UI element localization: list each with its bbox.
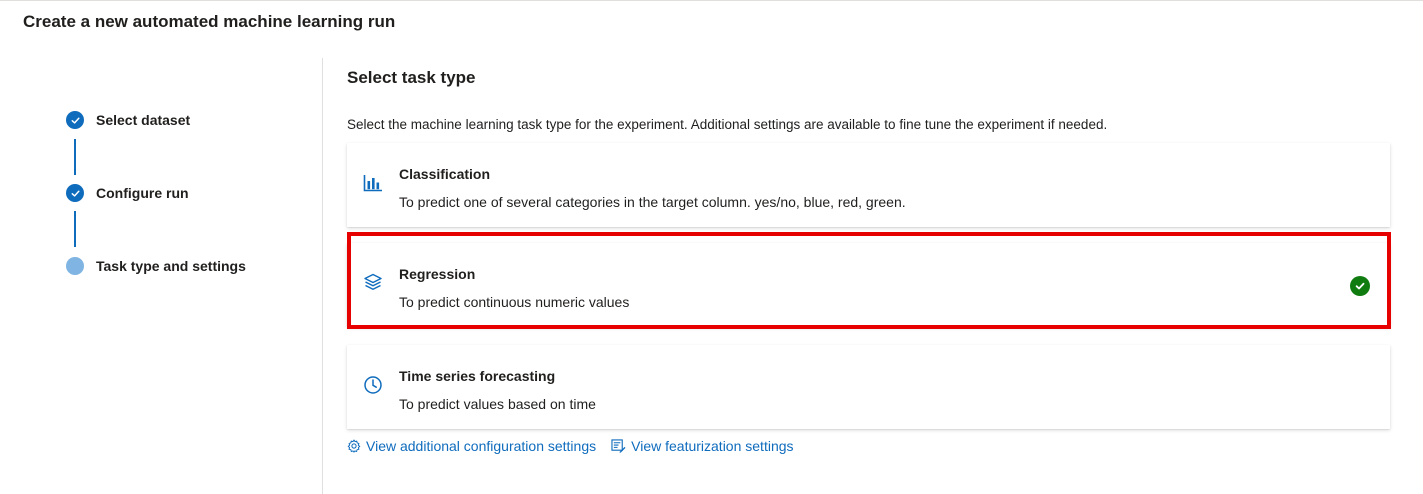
step-label: Task type and settings: [96, 258, 246, 274]
featurization-icon: [611, 439, 626, 453]
stacked-layers-icon: [361, 270, 385, 294]
step-completed-check-icon: [66, 111, 84, 129]
top-border: [0, 0, 1423, 1]
task-card-time-series-forecasting[interactable]: Time series forecasting To predict value…: [347, 345, 1390, 429]
clock-icon: [361, 373, 385, 397]
task-card-classification[interactable]: Classification To predict one of several…: [347, 143, 1390, 227]
task-card-description: To predict values based on time: [399, 396, 596, 412]
link-label: View additional configuration settings: [366, 438, 597, 454]
step-current-dot-icon: [66, 257, 84, 275]
task-card-regression[interactable]: Regression To predict continuous numeric…: [347, 243, 1390, 327]
step-label: Configure run: [96, 185, 189, 201]
task-card-description: To predict continuous numeric values: [399, 294, 630, 310]
step-connector: [74, 139, 76, 175]
gear-icon: [347, 439, 361, 453]
step-completed-check-icon: [66, 184, 84, 202]
step-label: Select dataset: [96, 112, 191, 128]
step-connector: [74, 211, 76, 247]
vertical-divider: [322, 58, 323, 494]
view-featurization-link[interactable]: View featurization settings: [611, 438, 794, 454]
bar-chart-icon: [361, 171, 385, 195]
section-description: Select the machine learning task type fo…: [347, 117, 1108, 132]
step-task-type-and-settings[interactable]: Task type and settings: [66, 257, 246, 275]
task-card-title: Time series forecasting: [399, 368, 556, 384]
view-additional-configuration-link[interactable]: View additional configuration settings: [347, 438, 596, 454]
task-card-title: Classification: [399, 166, 491, 182]
section-title: Select task type: [347, 68, 476, 87]
step-select-dataset[interactable]: Select dataset: [66, 111, 190, 129]
settings-links: View additional configuration settings V…: [347, 438, 794, 454]
step-configure-run[interactable]: Configure run: [66, 184, 189, 202]
page-title: Create a new automated machine learning …: [23, 12, 396, 31]
task-card-title: Regression: [399, 266, 476, 282]
task-card-description: To predict one of several categories in …: [399, 194, 906, 210]
selected-check-icon: [1350, 276, 1370, 296]
link-label: View featurization settings: [631, 438, 794, 454]
